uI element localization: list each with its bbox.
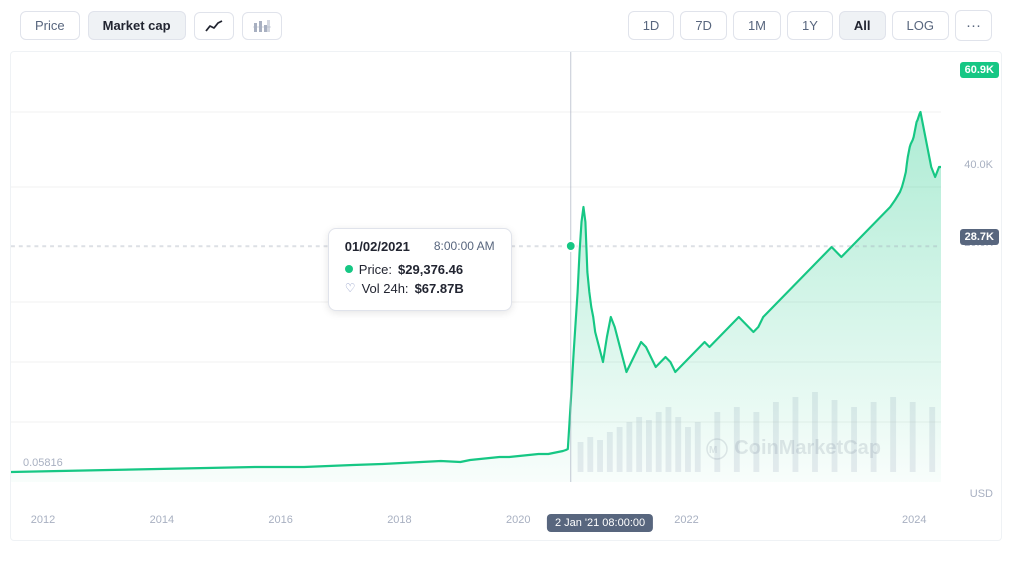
watermark: M CoinMarketCap xyxy=(706,437,881,460)
tooltip-date: 01/02/2021 xyxy=(345,239,410,254)
more-options-icon[interactable]: ··· xyxy=(955,10,992,41)
period-1y[interactable]: 1Y xyxy=(787,11,833,40)
x-label-2020: 2020 xyxy=(506,514,530,526)
y-label-40k: 40.0K xyxy=(964,159,993,171)
x-label-2022: 2022 xyxy=(674,514,698,526)
x-label-2024: 2024 xyxy=(902,514,926,526)
price-tag-mid: 28.7K xyxy=(960,229,999,245)
period-7d[interactable]: 7D xyxy=(680,11,727,40)
flat-price-label: 0.05816 xyxy=(23,457,63,469)
watermark-text: CoinMarketCap xyxy=(734,437,881,460)
period-1d[interactable]: 1D xyxy=(628,11,675,40)
marketcap-button[interactable]: Market cap xyxy=(88,11,186,40)
tooltip-dot xyxy=(345,265,353,273)
x-label-2012: 2012 xyxy=(31,514,55,526)
tooltip-vol-label: Vol 24h: xyxy=(362,281,409,296)
x-label-2018: 2018 xyxy=(387,514,411,526)
heart-icon: ♡ xyxy=(345,281,356,295)
price-tag-top: 60.9K xyxy=(960,62,999,78)
toolbar-right: 1D 7D 1M 1Y All LOG ··· xyxy=(628,10,992,41)
toolbar-left: Price Market cap xyxy=(20,11,282,40)
toolbar: Price Market cap 1D 7D 1M 1Y All LOG ··· xyxy=(0,0,1012,51)
price-button[interactable]: Price xyxy=(20,11,80,40)
bar-chart-icon[interactable] xyxy=(242,12,282,40)
tooltip-vol-value: $67.87B xyxy=(415,281,464,296)
chart-container: 60.9K 40.0K 20.0K 60.9K 28.7K 0.05816 US… xyxy=(10,51,1002,541)
x-label-2016: 2016 xyxy=(268,514,292,526)
usd-label: USD xyxy=(970,488,993,500)
period-log[interactable]: LOG xyxy=(892,11,949,40)
tooltip-price-row: Price: $29,376.46 xyxy=(345,262,495,277)
crosshair-time-label: 2 Jan '21 08:00:00 xyxy=(547,514,653,532)
tooltip-vol-row: ♡ Vol 24h: $67.87B xyxy=(345,281,495,296)
tooltip-price-label: Price: xyxy=(359,262,392,277)
line-chart-icon[interactable] xyxy=(194,12,234,40)
svg-text:M: M xyxy=(709,445,717,456)
x-label-2014: 2014 xyxy=(150,514,174,526)
tooltip: 01/02/2021 8:00:00 AM Price: $29,376.46 … xyxy=(328,228,512,311)
period-1m[interactable]: 1M xyxy=(733,11,781,40)
tooltip-time: 8:00:00 AM xyxy=(434,239,495,253)
period-all[interactable]: All xyxy=(839,11,886,40)
tooltip-price-value: $29,376.46 xyxy=(398,262,463,277)
